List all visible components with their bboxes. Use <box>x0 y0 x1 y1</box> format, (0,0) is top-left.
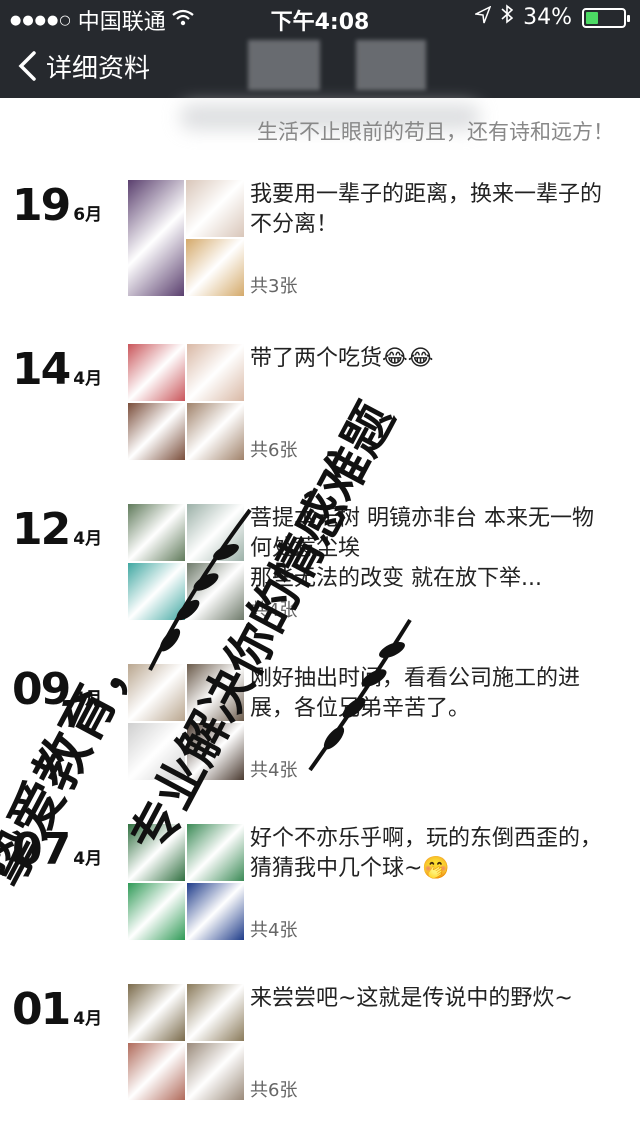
redacted-name-block <box>356 40 426 90</box>
nav-bar: 详细资料 <box>0 34 640 98</box>
post-photo[interactable] <box>187 563 244 620</box>
post-photo[interactable] <box>128 1043 185 1100</box>
post-date: 14 4月 <box>12 344 102 395</box>
post-photo[interactable] <box>128 824 185 881</box>
post-photo[interactable] <box>128 344 185 401</box>
photo-count: 共3张 <box>250 276 298 297</box>
photo-count: 共6张 <box>250 1080 298 1101</box>
post-day: 19 <box>12 180 71 231</box>
post-photo[interactable] <box>128 180 184 296</box>
redacted-name-block <box>248 40 320 90</box>
profile-signature: 生活不止眼前的苟且，还有诗和远方！ <box>257 120 614 144</box>
moment-post[interactable]: 19 6月 我要用一辈子的距离，换来一辈子的不分离！ 共3张 <box>0 180 640 310</box>
post-photos[interactable] <box>128 180 244 296</box>
post-day: 09 <box>12 664 71 715</box>
post-day: 14 <box>12 344 71 395</box>
post-caption: 菩提本无树 明镜亦非台 本来无一物 何处惹尘埃 那些无法的改变 就在放下举... <box>250 506 594 591</box>
post-photo[interactable] <box>187 984 244 1041</box>
post-date: 07 4月 <box>12 824 102 875</box>
post-photo[interactable] <box>187 824 244 881</box>
post-photos[interactable] <box>128 824 244 940</box>
post-photo[interactable] <box>187 883 244 940</box>
photo-count: 共4张 <box>250 760 298 781</box>
photo-count: 共4张 <box>250 600 298 621</box>
post-photo[interactable] <box>128 403 185 460</box>
post-photo[interactable] <box>187 1043 244 1100</box>
post-photo[interactable] <box>128 883 185 940</box>
post-photo[interactable] <box>128 664 185 721</box>
post-month: 4月 <box>73 849 103 869</box>
location-icon <box>473 4 492 30</box>
post-photo[interactable] <box>186 239 244 296</box>
post-month: 4月 <box>73 369 103 389</box>
moment-post[interactable]: 12 4月 菩提本无树 明镜亦非台 本来无一物 何处惹尘埃 那些无法的改变 就在放下… <box>0 504 640 634</box>
post-month: 6月 <box>73 205 103 225</box>
post-caption: 来尝尝吧~这就是传说中的野炊~ <box>250 986 573 1011</box>
post-caption: 好个不亦乐乎啊，玩的东倒西歪的，猜猜我中几个球~🤭 <box>250 826 603 881</box>
post-photos[interactable] <box>128 344 244 460</box>
post-photo[interactable] <box>128 723 185 780</box>
post-date: 01 4月 <box>12 984 102 1035</box>
post-month: 4月 <box>73 689 103 709</box>
post-caption: 我要用一辈子的距离，换来一辈子的不分离！ <box>250 182 603 237</box>
post-caption: 刚好抽出时间，看看公司施工的进展，各位兄弟辛苦了。 <box>250 666 581 721</box>
bluetooth-icon <box>501 4 514 30</box>
post-photo[interactable] <box>128 504 185 561</box>
post-photos[interactable] <box>128 504 244 620</box>
post-photos[interactable] <box>128 664 244 780</box>
post-photo[interactable] <box>128 984 185 1041</box>
status-bar: ●●●●○ 中国联通 下午4:08 34% <box>0 0 640 35</box>
post-photo[interactable] <box>128 563 185 620</box>
post-photo[interactable] <box>187 344 244 401</box>
photo-count: 共4张 <box>250 920 298 941</box>
post-month: 4月 <box>73 1009 103 1029</box>
post-photo[interactable] <box>187 504 244 561</box>
post-photos[interactable] <box>128 984 244 1100</box>
post-day: 12 <box>12 504 71 555</box>
back-label: 详细资料 <box>46 53 151 84</box>
post-caption: 带了两个吃货😂😂 <box>250 346 434 371</box>
post-photo[interactable] <box>187 723 244 780</box>
battery-icon <box>582 8 630 28</box>
post-day: 07 <box>12 824 71 875</box>
post-date: 09 4月 <box>12 664 102 715</box>
post-date: 19 6月 <box>12 180 102 231</box>
post-day: 01 <box>12 984 71 1035</box>
post-photo[interactable] <box>186 180 244 237</box>
post-photo[interactable] <box>187 403 244 460</box>
battery-percent: 34% <box>523 4 572 30</box>
moment-post[interactable]: 01 4月 来尝尝吧~这就是传说中的野炊~ 共6张 <box>0 984 640 1114</box>
moment-post[interactable]: 09 4月 刚好抽出时间，看看公司施工的进展，各位兄弟辛苦了。共4张 <box>0 664 640 794</box>
back-button[interactable]: 详细资料 <box>14 34 150 98</box>
post-month: 4月 <box>73 529 103 549</box>
post-date: 12 4月 <box>12 504 102 555</box>
moment-post[interactable]: 07 4月 好个不亦乐乎啊，玩的东倒西歪的，猜猜我中几个球~🤭 共4张 <box>0 824 640 954</box>
photo-count: 共6张 <box>250 440 298 461</box>
chevron-left-icon <box>18 51 36 81</box>
post-photo[interactable] <box>187 664 244 721</box>
moment-post[interactable]: 14 4月 带了两个吃货😂😂 共6张 <box>0 344 640 474</box>
